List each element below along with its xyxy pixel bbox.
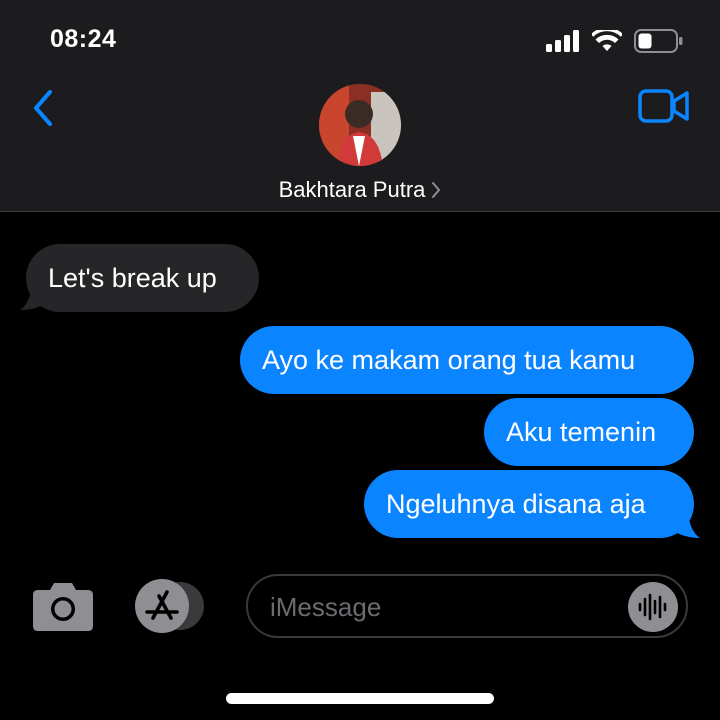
message-bubble-outgoing[interactable]: Ayo ke makam orang tua kamu: [240, 326, 694, 394]
status-icons: [546, 26, 684, 56]
message-text: Ngeluhnya disana aja: [386, 488, 646, 519]
message-bubble-outgoing[interactable]: Aku temenin: [484, 398, 694, 466]
message-bubble-outgoing[interactable]: Ngeluhnya disana aja: [364, 470, 694, 538]
contact-name: Bakhtara Putra: [278, 177, 426, 202]
audio-record-button[interactable]: [628, 582, 678, 632]
home-indicator[interactable]: [226, 693, 494, 704]
conversation-header: 08:24 Bakhtara Putra: [0, 0, 720, 212]
message-input-field[interactable]: [246, 574, 688, 638]
message-text: Ayo ke makam orang tua kamu: [262, 344, 636, 375]
message-text: Let's break up: [48, 262, 217, 293]
video-call-icon[interactable]: [638, 88, 690, 124]
camera-icon[interactable]: [32, 580, 94, 632]
contact-name-button[interactable]: Bakhtara Putra: [0, 176, 720, 204]
contact-avatar[interactable]: [319, 84, 401, 166]
chevron-right-icon: [432, 182, 441, 198]
wifi-icon: [592, 30, 622, 51]
message-text: Aku temenin: [506, 416, 657, 447]
app-store-icon: [135, 579, 204, 633]
message-input[interactable]: [270, 586, 610, 628]
battery-icon: [634, 29, 683, 53]
message-bubble-incoming[interactable]: Let's break up: [26, 244, 259, 312]
waveform-icon: [638, 593, 667, 621]
status-time: 08:24: [50, 25, 117, 53]
cellular-signal-icon: [546, 30, 579, 52]
back-chevron-icon[interactable]: [28, 86, 60, 130]
app-store-button[interactable]: [134, 578, 208, 634]
